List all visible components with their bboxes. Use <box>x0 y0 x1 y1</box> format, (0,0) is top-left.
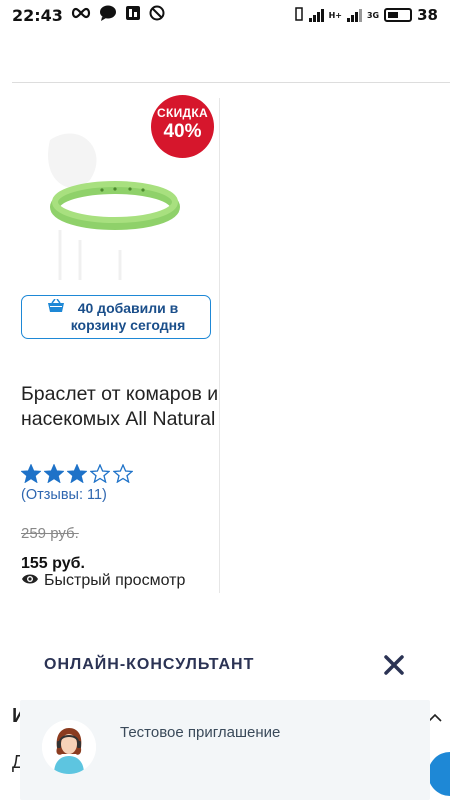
close-icon[interactable] <box>382 653 406 677</box>
star-empty-icon <box>89 463 111 488</box>
quick-view-button[interactable]: Быстрый просмотр <box>21 572 185 590</box>
consultant-title: ОНЛАЙН-КОНСУЛЬТАНТ <box>44 656 255 673</box>
chevron-up-icon[interactable] <box>428 710 442 722</box>
discount-badge: СКИДКА 40% <box>151 95 214 158</box>
consultant-panel[interactable]: Тестовое приглашение <box>20 700 430 800</box>
quick-view-label: Быстрый просмотр <box>44 572 186 589</box>
rating-stars <box>20 463 134 488</box>
network-type-hplus: H+ <box>328 10 342 20</box>
star-filled-icon <box>66 463 88 488</box>
divider <box>12 82 450 83</box>
cart-text-line2: корзину сегодня <box>70 317 186 333</box>
network-type-3g: 3G <box>366 10 380 20</box>
do-not-disturb-icon <box>149 5 165 26</box>
signal-icon-1 <box>308 8 324 22</box>
product-title[interactable]: Браслет от комаров и насекомых All Natur… <box>21 382 221 432</box>
consultant-header[interactable]: ОНЛАЙН-КОНСУЛЬТАНТ <box>0 630 450 700</box>
signal-icon-2 <box>346 8 362 22</box>
consultant-avatar <box>42 720 96 774</box>
discount-value: 40% <box>163 121 202 142</box>
battery-level: 38 <box>417 6 438 24</box>
infinity-icon <box>71 6 91 24</box>
chat-bubble-icon <box>99 5 117 26</box>
star-filled-icon <box>20 463 42 488</box>
app-notification-icon <box>125 5 141 26</box>
status-time: 22:43 <box>12 5 63 25</box>
battery-icon <box>384 8 413 22</box>
chat-fab[interactable] <box>428 752 450 796</box>
old-price: 259 руб. <box>21 525 79 542</box>
status-bar: 22:43 H+ 3G 38 <box>0 0 450 30</box>
reviews-link[interactable]: (Отзывы: 11) <box>21 487 107 503</box>
invitation-text: Тестовое приглашение <box>120 724 281 741</box>
discount-label: СКИДКА <box>157 106 208 120</box>
cart-text-line1: 40 добавили в <box>77 300 179 316</box>
current-price: 155 руб. <box>21 555 85 572</box>
star-empty-icon <box>112 463 134 488</box>
vibrate-icon <box>294 6 304 25</box>
star-filled-icon <box>43 463 65 488</box>
eye-icon <box>21 572 39 590</box>
basket-icon <box>47 298 65 317</box>
cart-popularity-badge: 40 добавили в корзину сегодня <box>21 295 211 339</box>
